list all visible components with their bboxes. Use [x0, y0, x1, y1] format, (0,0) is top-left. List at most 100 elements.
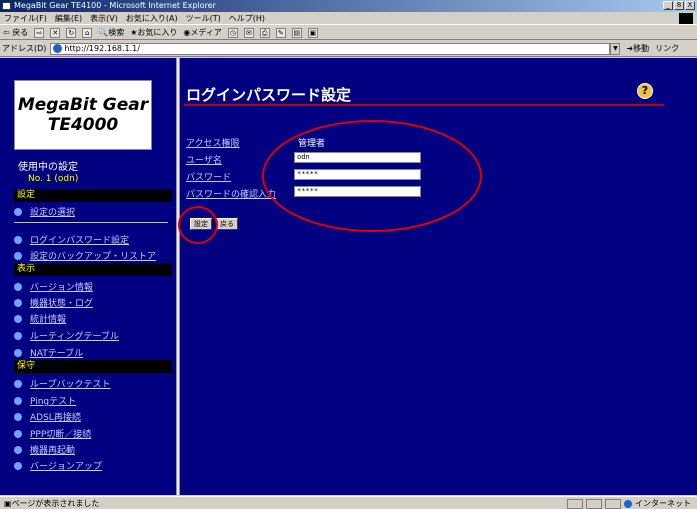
print-icon[interactable]: ⎙: [259, 27, 270, 38]
stop-icon[interactable]: ✕: [50, 27, 61, 38]
favorites-button[interactable]: ★お気に入り: [130, 27, 177, 38]
nav-setting-select-label: 設定の選択: [30, 208, 76, 218]
windows-logo-icon: [679, 13, 693, 24]
section-maintenance: 保守: [14, 360, 172, 373]
bullet-icon: [14, 348, 22, 357]
title-underline: [184, 104, 664, 106]
back-form-button[interactable]: 戻る: [216, 218, 238, 230]
forward-icon[interactable]: ⇨: [34, 27, 45, 38]
bullet-icon: [14, 445, 22, 454]
media-button[interactable]: ◉メディア: [183, 27, 221, 38]
help-icon[interactable]: ?: [637, 83, 653, 99]
bullet-icon: [14, 298, 22, 307]
maximize-button[interactable]: 8: [674, 1, 684, 10]
history-icon[interactable]: ◷: [227, 27, 238, 38]
bullet-icon: [14, 282, 22, 291]
menu-edit[interactable]: 編集(E): [55, 12, 82, 24]
menu-tools[interactable]: ツール(T): [186, 12, 221, 24]
status-bar: ▣ ページが表示されました インターネット: [0, 496, 697, 509]
media-label: メディア: [190, 28, 222, 37]
internet-zone-icon: [624, 499, 632, 508]
nav-ping-test-label: Pingテスト: [30, 397, 77, 407]
bullet-icon: [14, 251, 22, 260]
nav-reboot[interactable]: 機器再起動: [14, 443, 75, 456]
mail-icon[interactable]: ✉: [243, 27, 254, 38]
menu-help[interactable]: ヘルプ(H): [229, 12, 265, 24]
annotation-circle-set-button: [178, 206, 218, 244]
nav-device-status[interactable]: 機器状態・ログ: [14, 296, 93, 309]
bullet-icon: [14, 412, 22, 421]
menu-view[interactable]: 表示(V): [90, 12, 118, 24]
search-label: 検索: [108, 28, 125, 37]
main-panel: ログインパスワード設定 ? アクセス権限 管理者 ユーザ名 odn パスワード …: [178, 58, 697, 495]
bullet-icon: [14, 396, 22, 405]
password-confirm-label[interactable]: パスワードの確認入力: [186, 187, 276, 200]
menu-favorites[interactable]: お気に入り(A): [126, 12, 178, 24]
nav-login-password[interactable]: ログインパスワード設定: [14, 233, 129, 246]
bullet-icon: [14, 235, 22, 244]
ie-app-icon: [2, 2, 11, 10]
home-icon[interactable]: ⌂: [82, 27, 93, 38]
nav-backup-restore[interactable]: 設定のバックアップ・リストア: [14, 249, 156, 262]
nav-adsl-reconnect-label: ADSL再接続: [30, 413, 81, 423]
logo-model: TE4000: [47, 115, 119, 135]
close-button[interactable]: X: [685, 1, 695, 10]
bullet-icon: [14, 331, 22, 340]
messenger-icon[interactable]: ▣: [307, 27, 318, 38]
address-url: http://192.168.1.1/: [64, 44, 140, 53]
sidebar: MegaBit Gear TE4000 使用中の設定 No. 1 (odn) 設…: [0, 58, 175, 495]
nav-loopback-test[interactable]: ループバックテスト: [14, 377, 110, 390]
go-button[interactable]: ➜移動: [626, 43, 649, 54]
bullet-icon: [14, 429, 22, 438]
bullet-icon: [14, 461, 22, 470]
window-controls: _ 8 X: [663, 1, 695, 10]
nav-adsl-reconnect[interactable]: ADSL再接続: [14, 410, 81, 423]
window-title: MegaBit Gear TE4100 - Microsoft Internet…: [14, 1, 216, 10]
zone-label: インターネット: [635, 499, 691, 508]
section-settings: 設定: [14, 189, 172, 202]
access-label[interactable]: アクセス権限: [186, 136, 240, 149]
nav-version-info-label: バージョン情報: [30, 283, 93, 293]
nav-statistics[interactable]: 統計情報: [14, 312, 66, 325]
username-label[interactable]: ユーザ名: [186, 153, 222, 166]
search-button[interactable]: 🔍検索: [98, 27, 124, 38]
back-button[interactable]: ⇦ 戻る: [3, 27, 28, 38]
discuss-icon[interactable]: ▤: [291, 27, 302, 38]
nav-routing-table[interactable]: ルーティングテーブル: [14, 329, 119, 342]
nav-ping-test[interactable]: Pingテスト: [14, 394, 76, 407]
bullet-icon: [14, 379, 22, 388]
minimize-button[interactable]: _: [663, 1, 673, 10]
nav-ppp-connect[interactable]: PPP切断／接続: [14, 427, 91, 440]
nav-backup-restore-label: 設定のバックアップ・リストア: [30, 252, 157, 262]
section-display: 表示: [14, 263, 172, 276]
status-panel: [605, 498, 621, 509]
address-dropdown-icon[interactable]: ▼: [610, 42, 621, 55]
address-bar: アドレス(D) http://192.168.1.1/ ▼ ➜移動 リンク: [0, 41, 697, 57]
nav-nat-table[interactable]: NATテーブル: [14, 346, 83, 359]
edit-icon[interactable]: ✎: [275, 27, 286, 38]
address-label: アドレス(D): [2, 44, 47, 53]
nav-version-upgrade-label: バージョンアップ: [30, 462, 102, 472]
go-label: 移動: [633, 44, 650, 53]
logo-brand: MegaBit Gear: [17, 95, 149, 115]
current-settings-title: 使用中の設定: [18, 162, 78, 173]
refresh-icon[interactable]: ↻: [66, 27, 77, 38]
links-button[interactable]: リンク: [655, 43, 679, 54]
status-zone: インターネット: [567, 498, 691, 509]
menu-file[interactable]: ファイル(F): [4, 12, 47, 24]
password-label[interactable]: パスワード: [186, 170, 231, 183]
sidebar-divider: [14, 222, 168, 223]
ie-page-icon: [53, 44, 63, 53]
address-input[interactable]: http://192.168.1.1/: [50, 42, 611, 55]
window-titlebar: MegaBit Gear TE4100 - Microsoft Internet…: [0, 0, 697, 12]
status-page-icon: ▣: [4, 498, 12, 508]
nav-version-upgrade[interactable]: バージョンアップ: [14, 459, 102, 472]
nav-routing-table-label: ルーティングテーブル: [30, 332, 119, 342]
bullet-icon: [14, 314, 22, 323]
nav-setting-select[interactable]: 設定の選択: [14, 205, 75, 218]
nav-device-status-label: 機器状態・ログ: [30, 299, 94, 309]
nav-version-info[interactable]: バージョン情報: [14, 280, 93, 293]
favorites-label: お気に入り: [137, 28, 178, 37]
nav-reboot-label: 機器再起動: [30, 446, 76, 456]
annotation-ellipse-fields: [262, 120, 482, 232]
